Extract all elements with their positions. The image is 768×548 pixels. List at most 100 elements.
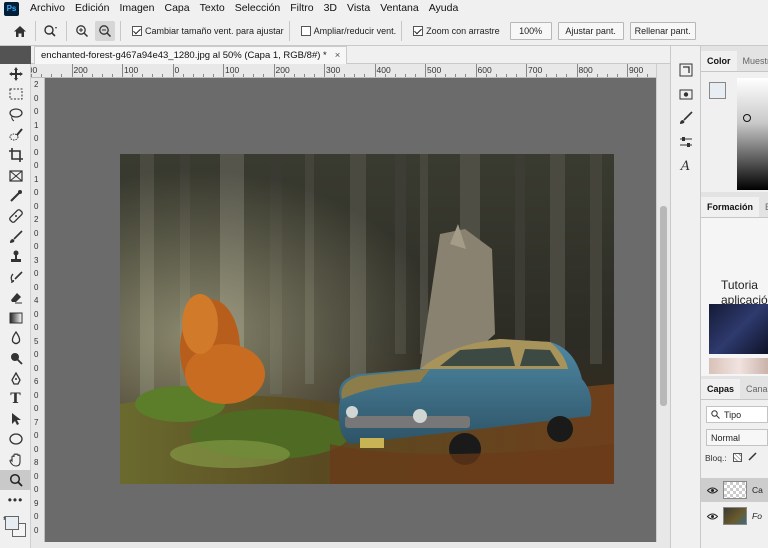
ruler-minor-tick [283, 74, 285, 77]
layer-row[interactable]: Ca [701, 478, 768, 502]
ruler-minor-tick [233, 74, 235, 77]
layer-filter-select[interactable]: Tipo [706, 406, 768, 423]
quick-select-icon[interactable] [0, 125, 31, 145]
canvas-area[interactable] [45, 78, 656, 542]
scrubby-zoom-checkbox[interactable] [413, 26, 424, 36]
menu-vista[interactable]: Vista [342, 0, 375, 17]
menu-edicion[interactable]: Edición [70, 0, 114, 17]
color-picker-cursor[interactable] [743, 114, 751, 122]
eyedropper-icon[interactable] [0, 186, 31, 206]
lasso-icon[interactable] [0, 105, 31, 125]
zoom-in-icon[interactable] [72, 21, 92, 41]
document-image[interactable] [120, 154, 614, 484]
lock-transparency-icon[interactable] [732, 453, 742, 462]
ruler-tick [172, 64, 174, 77]
eraser-icon[interactable] [0, 287, 31, 307]
history-panel-icon[interactable] [671, 58, 700, 82]
ruler-tick [273, 64, 275, 77]
tab-channels[interactable]: Canale [740, 379, 768, 399]
close-tab-icon[interactable]: × [335, 50, 341, 61]
menu-ventana[interactable]: Ventana [375, 0, 424, 17]
color-panel [701, 72, 768, 192]
shape-icon[interactable] [0, 429, 31, 449]
tab-swatches[interactable]: Muestr [737, 51, 768, 71]
move-icon[interactable] [0, 64, 31, 84]
zoom-100-button[interactable]: 100% [509, 22, 552, 40]
marquee-icon[interactable] [0, 84, 31, 104]
brush-icon[interactable] [0, 226, 31, 246]
menu-texto[interactable]: Texto [195, 0, 230, 17]
ruler-minor-tick [445, 74, 447, 77]
menu-ayuda[interactable]: Ayuda [424, 0, 464, 17]
type-icon[interactable]: T [0, 389, 31, 409]
tutorial-thumbnail[interactable] [709, 358, 768, 374]
zoom-icon[interactable] [0, 469, 31, 491]
eye-icon[interactable] [701, 513, 723, 520]
photoshop-window: Ps Archivo Edición Imagen Capa Texto Sel… [0, 0, 768, 548]
menu-capa[interactable]: Capa [160, 0, 195, 17]
lock-row: Bloq.: [705, 452, 768, 463]
ruler-minor-tick [354, 74, 356, 77]
document-tab[interactable]: enchanted-forest-g467a94e43_1280.jpg al … [34, 46, 348, 64]
ruler-minor-tick [394, 74, 396, 77]
ruler-tick-label: 8 [34, 458, 39, 467]
brush-settings-icon[interactable] [671, 106, 700, 130]
layer-filter-value: Tipo [724, 409, 742, 420]
path-select-icon[interactable] [0, 409, 31, 429]
tab-learn[interactable]: Formación [701, 197, 760, 217]
foreground-color-swatch[interactable] [5, 515, 19, 530]
menu-imagen[interactable]: Imagen [114, 0, 159, 17]
pen-icon[interactable] [0, 368, 31, 388]
menu-filtro[interactable]: Filtro [285, 0, 318, 17]
hand-icon[interactable] [0, 450, 31, 470]
ruler-tick-label: 3 [34, 255, 39, 265]
layer-row[interactable]: Fo [701, 504, 768, 528]
ruler-tick [627, 64, 628, 77]
ruler-minor-tick [566, 74, 568, 77]
menu-seleccion[interactable]: Selección [230, 0, 286, 17]
ruler-minor-tick [303, 74, 305, 77]
properties-panel-icon[interactable] [671, 82, 700, 106]
lock-pixels-icon[interactable] [748, 452, 757, 463]
color-picker-field[interactable] [737, 78, 768, 190]
ruler-tick-label: 0 [34, 134, 39, 143]
color-panel-tabs: Color Muestr [701, 46, 768, 72]
healing-icon[interactable] [0, 206, 31, 226]
resize-windows-checkbox[interactable] [132, 26, 142, 36]
zoom-all-windows-checkbox[interactable] [300, 26, 311, 36]
ruler-tick-label: 900 [629, 65, 644, 75]
more-tools-icon[interactable]: ••• [0, 490, 31, 510]
ruler-minor-tick [243, 74, 245, 77]
crop-icon[interactable] [0, 145, 31, 165]
ruler-tick [374, 64, 376, 77]
app-logo[interactable]: Ps [4, 1, 19, 16]
gradient-icon[interactable] [0, 308, 31, 328]
scrollbar-thumb[interactable] [660, 206, 667, 406]
fill-screen-button[interactable]: Rellenar pant. [629, 22, 696, 40]
blend-mode-select[interactable]: Normal [706, 429, 768, 446]
panel-foreground-swatch[interactable] [709, 82, 726, 99]
tab-color[interactable]: Color [701, 51, 737, 71]
history-brush-icon[interactable] [0, 267, 31, 287]
ruler-minor-tick [455, 74, 457, 77]
zoom-tool-preset-icon[interactable] [41, 21, 61, 41]
stamp-icon[interactable] [0, 247, 31, 267]
frame-icon[interactable] [0, 165, 31, 185]
ruler-minor-tick [132, 74, 134, 77]
ruler-minor-tick [465, 74, 467, 77]
zoom-out-icon[interactable] [95, 21, 115, 41]
dodge-icon[interactable] [0, 348, 31, 368]
fit-screen-button[interactable]: Ajustar pant. [557, 22, 624, 40]
eye-icon[interactable] [701, 487, 723, 494]
tab-layers[interactable]: Capas [701, 379, 741, 399]
ruler-minor-tick [596, 74, 598, 77]
blur-icon[interactable] [0, 328, 31, 348]
menu-archivo[interactable]: Archivo [25, 0, 70, 17]
adjustments-icon[interactable] [671, 130, 700, 154]
tutorial-thumbnail[interactable] [709, 304, 768, 354]
home-icon[interactable] [10, 21, 30, 41]
vertical-scrollbar[interactable] [656, 64, 670, 542]
character-panel-icon[interactable]: A [671, 154, 700, 178]
menu-3d[interactable]: 3D [319, 0, 342, 17]
tab-libraries[interactable]: Bi [759, 197, 768, 217]
